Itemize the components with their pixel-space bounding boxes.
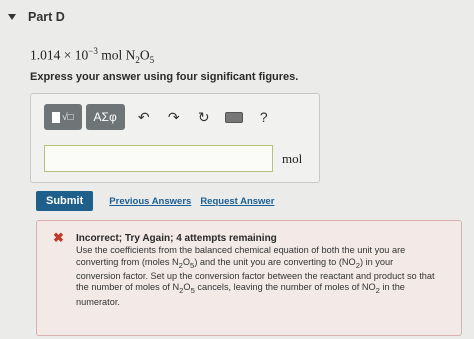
feedback-line: Use the coefficients from the balanced c… — [76, 245, 406, 255]
reset-icon[interactable]: ↻ — [189, 104, 219, 130]
square-icon — [52, 111, 60, 123]
undo-icon[interactable]: ↶ — [129, 104, 159, 130]
feedback-title: Incorrect; Try Again; 4 attempts remaini… — [76, 233, 277, 244]
action-bar: Submit Previous Answers Request Answer — [36, 191, 274, 211]
error-x-icon: ✖ — [53, 230, 64, 245]
feedback-line: numerator. — [76, 296, 120, 307]
question-unit: O — [139, 47, 150, 63]
question-quantity: 1.014 × 10−3 mol N2O5 — [30, 46, 154, 65]
radical-icon: √□ — [62, 111, 74, 123]
previous-answers-link[interactable]: Previous Answers — [109, 196, 191, 207]
greek-symbols-button[interactable]: ΑΣφ — [85, 104, 125, 130]
keyboard-icon[interactable] — [219, 104, 249, 130]
feedback-text: O — [183, 282, 191, 293]
feedback-text: converting from (moles N — [76, 256, 179, 267]
request-answer-link[interactable]: Request Answer — [200, 196, 274, 207]
feedback-line: conversion factor. Set up the conversion… — [76, 270, 435, 281]
question-exponent: −3 — [88, 46, 98, 56]
collapse-caret-icon[interactable] — [8, 14, 16, 20]
redo-icon[interactable]: ↷ — [159, 104, 189, 130]
template-button[interactable]: √□ — [44, 104, 82, 130]
feedback-text: ) and the unit you are converting to (NO — [194, 256, 356, 267]
math-toolbar: √□ ΑΣφ ↶ ↷ ↻ ? — [44, 104, 279, 130]
feedback-line: converting from (moles N2O5) and the uni… — [76, 257, 448, 271]
submit-button[interactable]: Submit — [36, 191, 94, 211]
feedback-text: ) in your — [359, 256, 394, 267]
answer-units: mol — [282, 150, 303, 166]
answer-row: mol — [44, 145, 302, 172]
question-unit: mol N — [97, 47, 136, 63]
template-icon: √□ — [44, 104, 82, 130]
answer-panel: √□ ΑΣφ ↶ ↷ ↻ ? mol — [30, 93, 320, 183]
feedback-panel: ✖ Incorrect; Try Again; 4 attempts remai… — [36, 220, 462, 336]
feedback-text: cancels, leaving the number of moles of … — [194, 282, 376, 293]
question-sub: 5 — [149, 55, 155, 66]
part-header[interactable]: Part D — [8, 6, 65, 28]
help-icon[interactable]: ? — [249, 104, 279, 130]
feedback-text: O — [182, 256, 191, 267]
feedback-text: the number of moles of N — [76, 282, 180, 293]
instruction-text: Express your answer using four significa… — [30, 71, 299, 83]
part-title: Part D — [28, 10, 65, 24]
feedback-text: in the — [379, 282, 405, 293]
feedback-line: the number of moles of N2O5 cancels, lea… — [76, 282, 448, 296]
greek-label: ΑΣφ — [93, 110, 117, 124]
feedback-body: Use the coefficients from the balanced c… — [76, 245, 448, 308]
answer-input[interactable] — [44, 145, 273, 172]
question-value: 1.014 × 10 — [30, 47, 89, 63]
